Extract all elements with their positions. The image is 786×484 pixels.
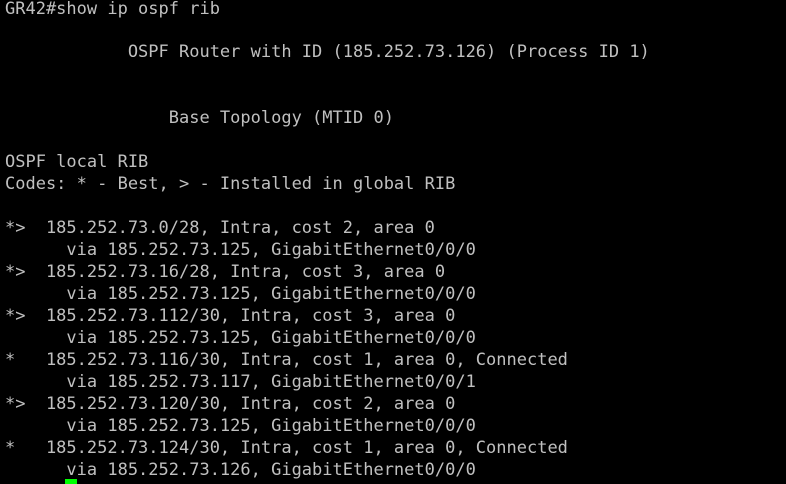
- route-entry: *> 185.252.73.120/30, Intra, cost 2, are…: [5, 394, 456, 414]
- route-next-hop: via 185.252.73.117, GigabitEthernet0/0/1: [5, 372, 476, 392]
- route-next-hop: via 185.252.73.125, GigabitEthernet0/0/0: [5, 284, 476, 304]
- route-entry: * 185.252.73.124/30, Intra, cost 1, area…: [5, 438, 568, 458]
- ospf-router-id-line: OSPF Router with ID (185.252.73.126) (Pr…: [5, 42, 650, 62]
- route-entry: *> 185.252.73.16/28, Intra, cost 3, area…: [5, 262, 446, 282]
- ospf-local-rib-header: OSPF local RIB: [5, 152, 149, 172]
- route-next-hop: via 185.252.73.125, GigabitEthernet0/0/0: [5, 416, 476, 436]
- terminal-cursor: [65, 479, 77, 484]
- command-prompt-line: GR42#show ip ospf rib: [5, 0, 220, 19]
- terminal-window[interactable]: GR42#show ip ospf rib OSPF Router with I…: [0, 0, 786, 484]
- route-next-hop: via 185.252.73.125, GigabitEthernet0/0/0: [5, 328, 476, 348]
- codes-legend-line: Codes: * - Best, > - Installed in global…: [5, 174, 456, 194]
- route-next-hop: via 185.252.73.125, GigabitEthernet0/0/0: [5, 240, 476, 260]
- route-entry: * 185.252.73.116/30, Intra, cost 1, area…: [5, 350, 568, 370]
- base-topology-line: Base Topology (MTID 0): [5, 108, 394, 128]
- route-entry: *> 185.252.73.0/28, Intra, cost 2, area …: [5, 218, 435, 238]
- route-entry: *> 185.252.73.112/30, Intra, cost 3, are…: [5, 306, 456, 326]
- route-next-hop: via 185.252.73.126, GigabitEthernet0/0/0: [5, 460, 476, 480]
